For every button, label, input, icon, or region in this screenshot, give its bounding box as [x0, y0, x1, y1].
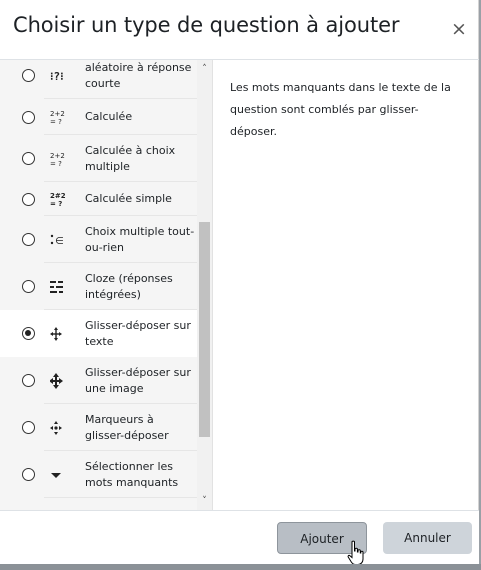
question-type-label: Calculée à choix multiple [85, 143, 176, 173]
dialog-title: Choisir un type de question à ajouter [13, 13, 400, 37]
dialog-header: Choisir un type de question à ajouter × [0, 0, 479, 60]
question-type-option[interactable]: ⁝?⁝ aléatoire à réponse courte [0, 60, 197, 99]
cloze-icon [50, 280, 63, 293]
question-type-list: ⁝?⁝ aléatoire à réponse courte 2+2 = ? C… [0, 60, 213, 510]
question-type-radio[interactable] [22, 327, 35, 340]
question-type-option[interactable]: 2+2 = ? Calculée [0, 99, 197, 135]
close-icon[interactable]: × [449, 18, 469, 40]
question-type-option[interactable]: ∈ Choix multiple tout-ou-rien [0, 216, 197, 263]
hand-pointer-icon [347, 540, 364, 565]
row-divider [44, 497, 197, 498]
question-type-option-selected[interactable]: Glisser-déposer sur texte [0, 310, 197, 357]
calculated-icon: 2+2 = ? [50, 110, 65, 125]
random-short-answer-icon: ⁝?⁝ [50, 70, 64, 83]
question-type-option[interactable]: 2#2 = ? Calculée simple [0, 182, 197, 216]
add-question-dialog: Choisir un type de question à ajouter × … [0, 0, 479, 564]
drag-drop-text-icon [50, 326, 62, 341]
select-missing-words-icon [51, 472, 61, 478]
scrollbar-thumb[interactable] [199, 222, 210, 437]
svg-text:⁝?⁝: ⁝?⁝ [50, 70, 64, 83]
svg-text:= ?: = ? [50, 160, 62, 167]
question-type-label: Choix multiple tout-ou-rien [85, 224, 195, 254]
svg-text:2+2: 2+2 [50, 152, 65, 160]
backdrop-strip [0, 564, 481, 570]
question-type-label: aléatoire à réponse courte [85, 60, 192, 90]
question-type-description: Les mots manquants dans le texte de la q… [230, 81, 451, 138]
question-type-radio[interactable] [22, 374, 35, 387]
chevron-down-icon[interactable]: ˅ [197, 494, 212, 508]
calculated-multichoice-icon: 2+2 = ? [50, 152, 65, 167]
drag-drop-image-icon [50, 372, 63, 389]
question-type-option[interactable]: Glisser-déposer sur une image [0, 357, 197, 404]
question-type-radio[interactable] [22, 421, 35, 434]
question-type-label: Glisser-déposer sur texte [85, 318, 191, 348]
question-type-option[interactable]: Sélectionner les mots manquants [0, 451, 197, 498]
question-type-label: Glisser-déposer sur une image [85, 365, 191, 395]
drag-drop-markers-icon [50, 420, 62, 435]
calculated-simple-icon: 2#2 = ? [50, 192, 66, 207]
question-type-radio[interactable] [22, 192, 35, 206]
svg-text:= ?: = ? [50, 200, 62, 207]
question-type-radio[interactable] [22, 152, 35, 165]
question-type-label: Sélectionner les mots manquants [85, 459, 179, 489]
question-type-radio[interactable] [22, 233, 35, 246]
multichoice-all-or-nothing-icon: ∈ [50, 234, 64, 247]
dialog-footer: Ajouter Annuler [0, 510, 479, 564]
svg-text:= ?: = ? [50, 118, 62, 125]
list-scrollbar[interactable]: ˄ ˅ [197, 60, 212, 510]
cancel-button[interactable]: Annuler [383, 522, 472, 554]
question-type-option[interactable]: Marqueurs à glisser-déposer [0, 404, 197, 451]
question-type-label: Calculée [85, 110, 133, 123]
question-type-option[interactable]: 2+2 = ? Calculée à choix multiple [0, 135, 197, 182]
question-type-label: Calculée simple [85, 192, 172, 205]
svg-text:∈: ∈ [55, 236, 64, 247]
question-type-label: Marqueurs à glisser-déposer [85, 412, 169, 442]
question-type-radio[interactable] [22, 69, 35, 82]
question-type-radio[interactable] [22, 110, 35, 124]
question-type-option[interactable]: Cloze (réponses intégrées) [0, 263, 197, 310]
question-type-radio[interactable] [22, 280, 35, 293]
svg-text:2+2: 2+2 [50, 110, 65, 118]
question-type-label: Cloze (réponses intégrées) [85, 271, 173, 301]
chevron-up-icon[interactable]: ˄ [197, 62, 212, 76]
question-type-radio[interactable] [22, 468, 35, 481]
svg-text:2#2: 2#2 [50, 192, 66, 200]
